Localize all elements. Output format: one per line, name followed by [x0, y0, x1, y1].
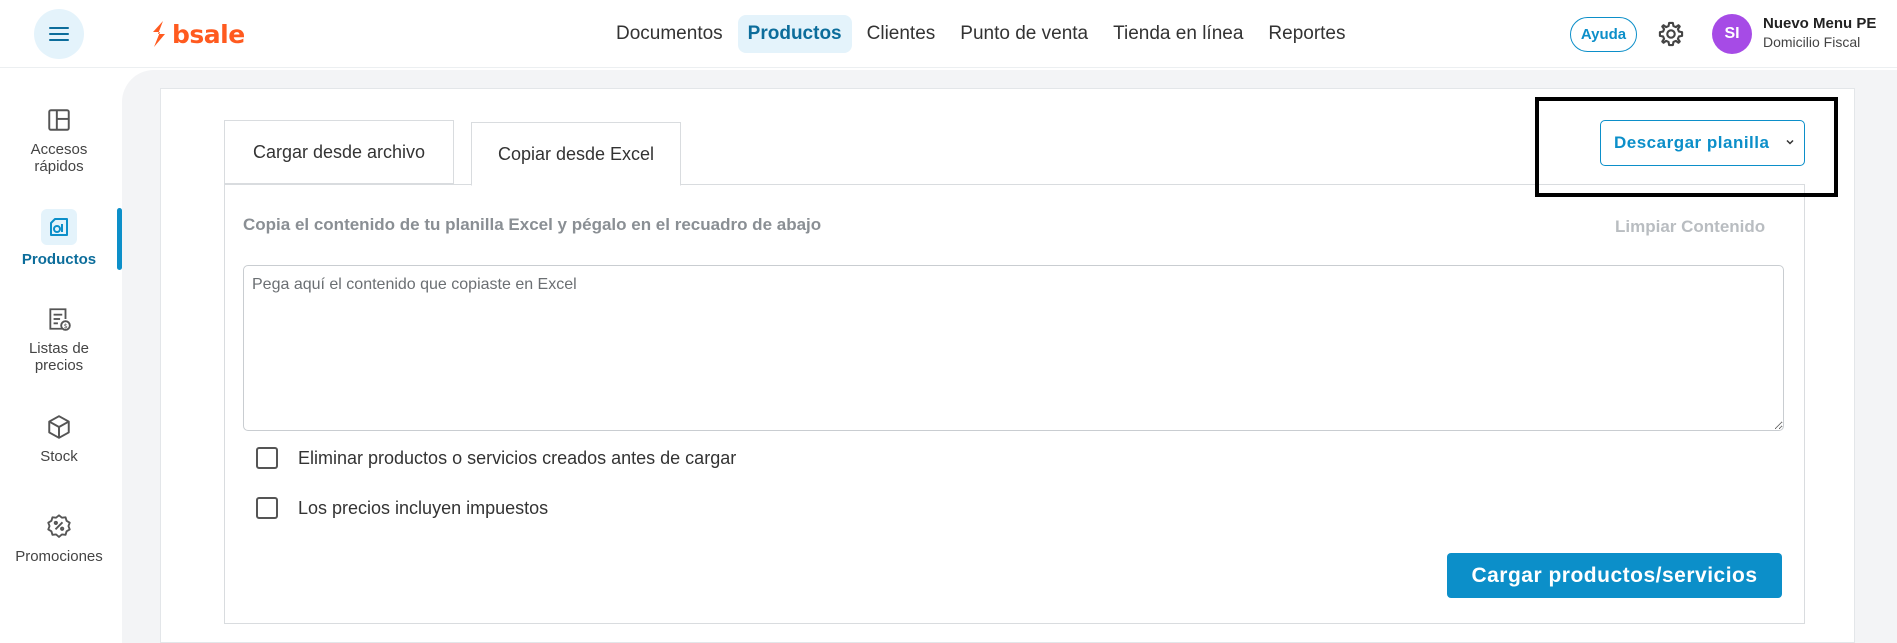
prices-include-taxes-label: Los precios incluyen impuestos [298, 497, 549, 518]
sidebar-item-stock[interactable]: Stock [0, 412, 118, 465]
label-line: Promociones [15, 548, 103, 565]
sidebar-item-listas-de-precios[interactable]: $ Listas de precios [0, 304, 118, 374]
paste-instruction: Copia el contenido de tu planilla Excel … [243, 215, 822, 234]
download-template-button[interactable]: Descargar planilla [1600, 120, 1805, 166]
tab-cargar-desde-archivo[interactable]: Cargar desde archivo [224, 120, 454, 184]
sidebar-item-label: Listas de precios [29, 340, 89, 374]
label-line: Productos [21, 251, 97, 268]
clear-content-link[interactable]: Limpiar Contenido [1615, 217, 1765, 237]
box-icon [48, 415, 70, 439]
avatar[interactable]: SI [1712, 14, 1752, 54]
chevron-down-icon [1786, 139, 1794, 145]
prices-include-taxes-option[interactable]: Los precios incluyen impuestos [256, 497, 548, 519]
hamburger-menu-button[interactable] [34, 9, 84, 59]
sidebar-item-label: Promociones [15, 548, 103, 565]
excel-paste-textarea[interactable] [243, 265, 1784, 431]
account-subtitle: Domicilio Fiscal [1763, 34, 1861, 50]
delete-before-load-option[interactable]: Eliminar productos o servicios creados a… [256, 447, 736, 469]
sidebar: Accesos rápidos Productos $ Listas de pr… [0, 69, 122, 643]
sidebar-item-promociones[interactable]: Promociones [0, 512, 118, 565]
nav-punto-de-venta[interactable]: Punto de venta [950, 15, 1098, 53]
sidebar-item-accesos-rapidos[interactable]: Accesos rápidos [0, 105, 118, 175]
nav-productos[interactable]: Productos [737, 15, 852, 53]
sidebar-item-label: Stock [40, 448, 78, 465]
label-line: Stock [40, 448, 78, 465]
svg-text:$: $ [64, 322, 68, 330]
sidebar-item-productos[interactable]: Productos [0, 209, 118, 268]
bsale-logo[interactable]: bsale [150, 18, 245, 50]
side-icon-wrap [44, 512, 74, 542]
help-button[interactable]: Ayuda [1570, 17, 1637, 52]
hamburger-menu-icon [49, 27, 69, 41]
bsale-logo-mark-icon [153, 21, 165, 47]
layout-icon [48, 109, 70, 131]
account-name: Nuevo Menu PE [1763, 15, 1877, 32]
label-line: Listas de [28, 340, 90, 357]
products-icon [50, 218, 68, 236]
prices-include-taxes-checkbox[interactable] [256, 497, 278, 519]
side-icon-wrap: $ [44, 304, 74, 334]
side-icon-wrap [44, 105, 74, 135]
logo-text: bsale [172, 19, 245, 49]
nav-tienda-en-linea[interactable]: Tienda en línea [1103, 15, 1253, 53]
tab-copiar-desde-excel[interactable]: Copiar desde Excel [471, 122, 681, 186]
account-info[interactable]: Nuevo Menu PE Domicilio Fiscal [1763, 15, 1876, 50]
side-icon-wrap [44, 412, 74, 442]
label-line: Accesos [30, 141, 88, 158]
sidebar-item-label: Productos [22, 251, 96, 268]
load-products-button[interactable]: Cargar productos/servicios [1447, 553, 1782, 598]
top-header: bsale Documentos Productos Clientes Punt… [0, 0, 1897, 68]
side-icon-wrap [41, 209, 77, 245]
price-list-icon: $ [49, 308, 71, 331]
sidebar-item-label: Accesos rápidos [31, 141, 88, 175]
nav-documentos[interactable]: Documentos [606, 15, 733, 53]
nav-clientes[interactable]: Clientes [857, 15, 946, 53]
label-line: precios [34, 357, 84, 374]
label-line: rápidos [34, 158, 84, 175]
nav-reportes[interactable]: Reportes [1258, 15, 1355, 53]
discount-badge-icon [47, 514, 71, 538]
download-template-label: Descargar planilla [1614, 133, 1770, 152]
app-root: bsale Documentos Productos Clientes Punt… [0, 0, 1897, 643]
delete-before-load-label: Eliminar productos o servicios creados a… [298, 447, 737, 468]
top-navigation: Documentos Productos Clientes Punto de v… [606, 14, 1361, 54]
gear-icon[interactable] [1657, 20, 1685, 48]
delete-before-load-checkbox[interactable] [256, 447, 278, 469]
